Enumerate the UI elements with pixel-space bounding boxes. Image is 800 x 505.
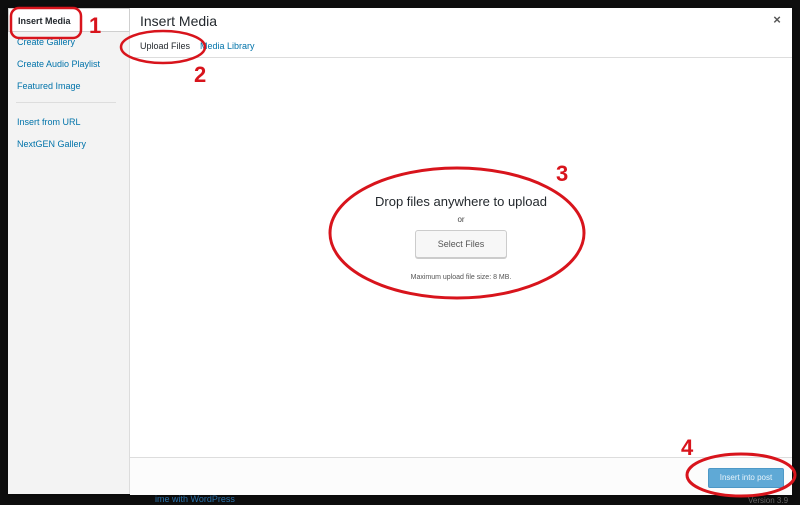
menu-item-insert-from-url[interactable]: Insert from URL: [8, 110, 129, 134]
menu-item-insert-media[interactable]: Insert Media: [8, 8, 130, 32]
upload-drop-zone[interactable]: Drop files anywhere to upload or Select …: [130, 58, 792, 458]
menu-item-create-audio-playlist[interactable]: Create Audio Playlist: [8, 52, 129, 76]
menu-separator: [16, 102, 116, 103]
media-menu: Insert Media Create Gallery Create Audio…: [8, 8, 130, 494]
media-router: Upload Files Media Library: [130, 34, 792, 58]
select-files-button[interactable]: Select Files: [415, 230, 507, 258]
insert-into-post-button[interactable]: Insert into post: [708, 468, 784, 488]
menu-item-create-gallery[interactable]: Create Gallery: [8, 30, 129, 54]
menu-item-nextgen-gallery[interactable]: NextGEN Gallery: [8, 132, 129, 156]
tab-upload-files[interactable]: Upload Files: [140, 40, 190, 52]
media-modal: Insert Media Create Gallery Create Audio…: [8, 8, 792, 495]
backdrop-footer-text: ime with WordPress: [155, 494, 235, 504]
close-icon[interactable]: ×: [768, 11, 786, 29]
or-separator-text: or: [457, 215, 465, 224]
drop-instructions: Drop files anywhere to upload: [375, 194, 547, 209]
menu-item-featured-image[interactable]: Featured Image: [8, 74, 129, 98]
page-title: Insert Media: [140, 13, 218, 29]
media-toolbar: Insert into post: [130, 457, 792, 495]
max-upload-size-text: Maximum upload file size: 8 MB.: [410, 274, 512, 281]
tab-media-library[interactable]: Media Library: [200, 40, 255, 52]
